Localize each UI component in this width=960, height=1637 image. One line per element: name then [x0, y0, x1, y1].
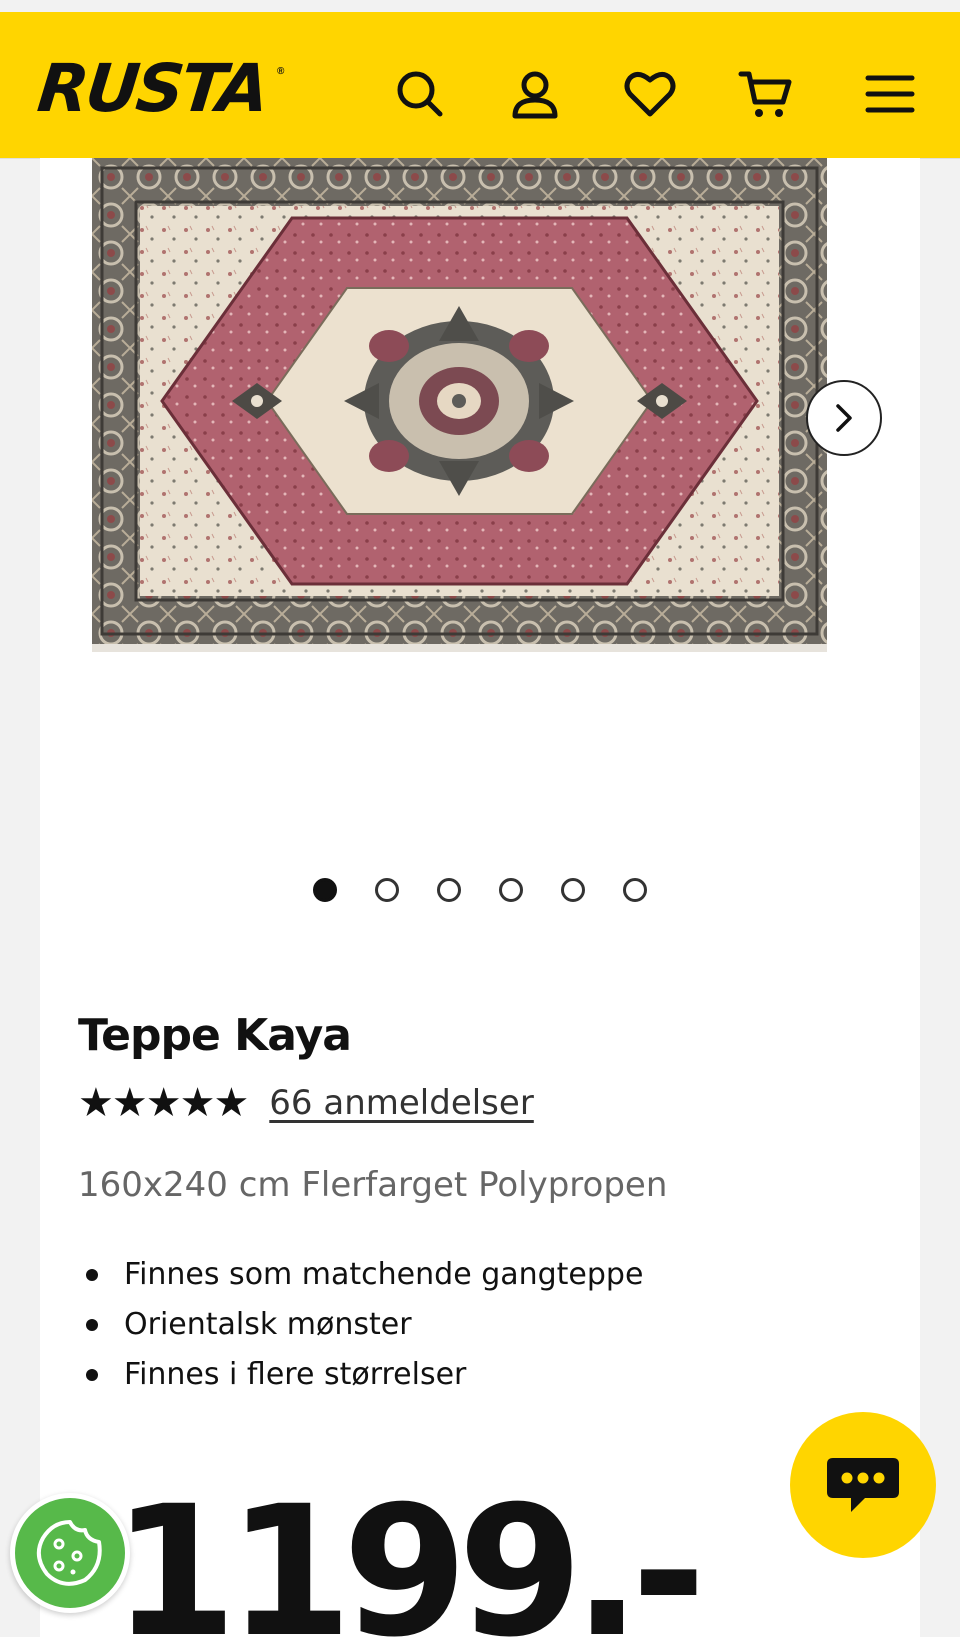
bullet-icon — [86, 1369, 98, 1381]
product-title: Teppe Kaya — [78, 1010, 352, 1061]
feature-text: Finnes i flere størrelser — [124, 1357, 467, 1392]
search-icon[interactable] — [388, 62, 452, 126]
product-card: Teppe Kaya ★★★★★ 66 anmeldelser 160x240 … — [40, 158, 920, 1637]
product-price: 1199.- — [112, 1468, 706, 1637]
cookie-settings-button[interactable] — [10, 1493, 130, 1613]
feature-item: Finnes i flere størrelser — [78, 1350, 643, 1400]
feature-list: Finnes som matchende gangteppe Orientals… — [78, 1250, 643, 1400]
chat-button[interactable] — [790, 1412, 936, 1558]
gallery-dot[interactable] — [561, 878, 585, 902]
rating-row: ★★★★★ 66 anmeldelser — [78, 1083, 534, 1123]
product-subtitle: 160x240 cm Flerfarget Polypropen — [78, 1165, 668, 1205]
cookie-icon — [36, 1520, 102, 1586]
chevron-right-icon — [836, 404, 852, 432]
rusta-logo[interactable]: RUSTA — [34, 50, 270, 127]
product-image[interactable] — [92, 158, 882, 676]
feature-text: Orientalsk mønster — [124, 1307, 412, 1342]
heart-icon[interactable] — [618, 62, 682, 126]
feature-item: Orientalsk mønster — [78, 1300, 643, 1350]
bullet-icon — [86, 1319, 98, 1331]
gallery-dot[interactable] — [623, 878, 647, 902]
menu-icon[interactable] — [858, 62, 922, 126]
bullet-icon — [86, 1269, 98, 1281]
gallery-dot[interactable] — [437, 878, 461, 902]
gallery-dot[interactable] — [375, 878, 399, 902]
cart-icon[interactable] — [733, 62, 797, 126]
feature-item: Finnes som matchende gangteppe — [78, 1250, 643, 1300]
account-icon[interactable] — [503, 62, 567, 126]
feature-text: Finnes som matchende gangteppe — [124, 1257, 644, 1292]
gallery-dot[interactable] — [499, 878, 523, 902]
gallery-dot[interactable] — [313, 878, 337, 902]
next-image-button[interactable] — [806, 380, 882, 456]
registered-mark: ® — [277, 66, 285, 77]
gallery-pagination — [40, 878, 920, 908]
rating-stars: ★★★★★ — [78, 1081, 249, 1125]
reviews-link[interactable]: 66 anmeldelser — [269, 1083, 534, 1123]
top-bar: RUSTA ® — [0, 12, 960, 158]
chat-bubble-icon — [827, 1458, 899, 1512]
